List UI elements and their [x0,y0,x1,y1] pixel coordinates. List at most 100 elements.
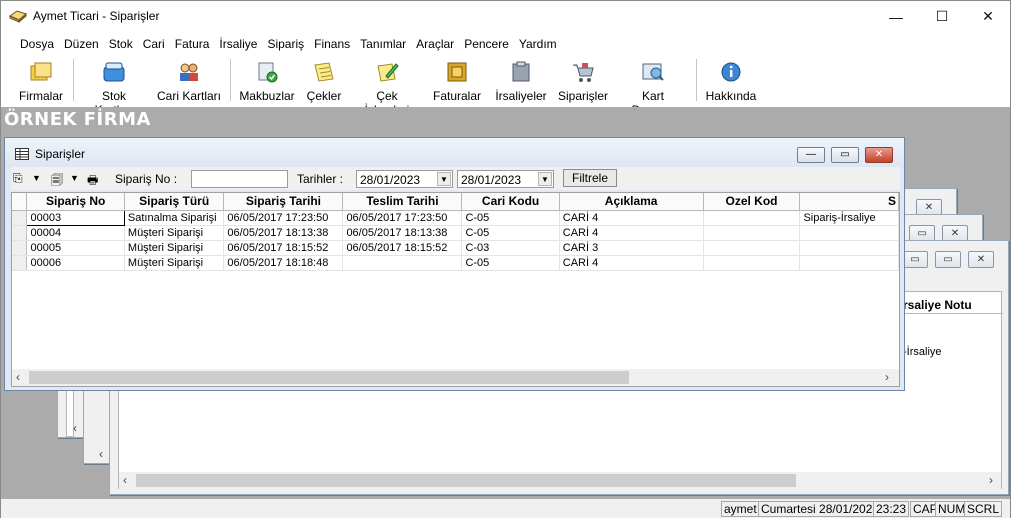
orders-window[interactable]: Siparişler — ▭ ✕ ⎘ ▼ 🗐 ▼ 🖶 Sipariş No : … [4,137,905,391]
print-icon[interactable]: 🖶 [87,171,103,187]
column-header[interactable]: Teslim Tarihi [342,193,463,211]
menu-araclar[interactable]: Araçlar [411,33,459,55]
scroll-right-icon[interactable]: › [885,370,889,384]
row-indicator[interactable] [12,225,28,241]
child-minimize-button[interactable]: — [797,147,825,163]
table-cell[interactable]: 00004 [26,225,125,241]
table-cell[interactable]: 06/05/2017 17:23:50 [342,210,463,226]
toolbar-kart-durumu-button[interactable]: Kart Durumu [619,57,687,117]
bg-window-minimize-icon[interactable]: ▭ [902,251,928,268]
menu-tanimlar[interactable]: Tanımlar [355,33,411,55]
bg-horizontal-scrollbar[interactable]: ‹ › [119,472,1001,489]
menu-finans[interactable]: Finans [309,33,355,55]
table-cell[interactable] [799,240,899,256]
menu-pencere[interactable]: Pencere [459,33,514,55]
table-cell[interactable] [703,240,801,256]
toolbar-stok-kartlari-button[interactable]: Stok Kartları [81,57,147,117]
menu-stok[interactable]: Stok [104,33,138,55]
table-cell[interactable]: Müşteri Siparişi [124,240,225,256]
toolbar-irsaliyeler-button[interactable]: İrsaliyeler [493,57,549,103]
toolbar-hakkinda-button[interactable]: Hakkında [705,57,757,103]
table-cell[interactable]: CARİ 4 [559,255,704,271]
table-cell[interactable]: Sipariş-İrsaliye [799,210,899,226]
table-cell[interactable]: CARİ 3 [559,240,704,256]
table-cell[interactable]: 06/05/2017 17:23:50 [223,210,344,226]
child-close-button[interactable]: ✕ [865,147,893,163]
table-cell[interactable] [703,225,801,241]
toolbar-cekler-button[interactable]: Çekler [303,57,345,103]
menu-yardim[interactable]: Yardım [514,33,562,55]
table-cell[interactable]: 06/05/2017 18:15:52 [342,240,463,256]
table-cell[interactable]: CARİ 4 [559,225,704,241]
table-cell[interactable]: 06/05/2017 18:18:48 [223,255,344,271]
date-from-picker[interactable]: 28/01/2023 ▼ [356,170,453,188]
child-restore-button[interactable]: ▭ [831,147,859,163]
toolbar-cari-kartlari-button[interactable]: Cari Kartları [155,57,223,103]
maximize-button[interactable]: ☐ [919,1,965,32]
menu-dosya[interactable]: Dosya [15,33,59,55]
menu-duzen[interactable]: Düzen [59,33,104,55]
toolbar-makbuzlar-button[interactable]: Makbuzlar [239,57,295,103]
toolbar-faturalar-button[interactable]: Faturalar [431,57,483,103]
table-row[interactable]: 00006 Müşteri Siparişi 06/05/2017 18:18:… [12,255,899,271]
minimize-button[interactable]: — [873,1,919,32]
column-header[interactable]: Sipariş Türü [124,193,225,211]
dropdown-arrow-icon[interactable]: ▼ [70,173,86,188]
menu-cari[interactable]: Cari [138,33,170,55]
table-cell[interactable] [799,255,899,271]
table-cell[interactable]: C-03 [461,240,560,256]
row-indicator[interactable] [12,210,28,226]
toolbar-siparisler-button[interactable]: Siparişler [557,57,609,103]
column-header[interactable]: S [799,193,899,211]
bg-window-close-icon[interactable]: ✕ [968,251,994,268]
order-no-input[interactable] [191,170,288,188]
table-cell[interactable]: 00005 [26,240,125,256]
scroll-right-icon[interactable]: › [989,473,993,487]
toolbar-cek-islemleri-button[interactable]: Çek İşlemleri [353,57,421,117]
orders-window-titlebar[interactable]: Siparişler — ▭ ✕ [5,138,904,168]
toolbar-firmalar-button[interactable]: Firmalar [13,57,69,103]
menu-fatura[interactable]: Fatura [170,33,215,55]
scrollbar-thumb[interactable] [29,371,629,384]
chevron-down-icon[interactable]: ▼ [437,172,451,186]
close-button[interactable]: ✕ [965,1,1011,32]
table-cell[interactable]: C-05 [461,255,560,271]
table-cell[interactable] [703,255,801,271]
menu-irsaliye[interactable]: İrsaliye [214,33,262,55]
table-row[interactable]: 00004 Müşteri Siparişi 06/05/2017 18:13:… [12,225,899,241]
horizontal-scrollbar[interactable]: ‹ › [12,369,899,386]
column-header[interactable]: Cari Kodu [461,193,560,211]
column-header[interactable]: Ozel Kod [703,193,801,211]
table-cell[interactable]: C-05 [461,210,560,226]
table-cell[interactable]: Satınalma Siparişi [124,210,225,226]
row-indicator[interactable] [12,255,28,271]
table-cell[interactable]: 00003 [26,209,125,226]
table-cell[interactable] [703,210,801,226]
scroll-left-icon[interactable]: ‹ [99,447,103,461]
dropdown-arrow-icon[interactable]: ▼ [32,173,48,188]
menu-siparis[interactable]: Sipariş [262,33,309,55]
table-cell[interactable]: CARİ 4 [559,210,704,226]
table-cell[interactable]: 00006 [26,255,125,271]
filter-button[interactable]: Filtrele [563,169,618,187]
table-cell[interactable]: 06/05/2017 18:13:38 [342,225,463,241]
table-cell[interactable] [799,225,899,241]
scroll-left-icon[interactable]: ‹ [16,370,20,384]
new-order-icon[interactable]: ⎘ [13,171,29,186]
table-cell[interactable]: 06/05/2017 18:13:38 [223,225,344,241]
table-cell[interactable]: C-05 [461,225,560,241]
chevron-down-icon[interactable]: ▼ [538,172,552,186]
table-cell[interactable]: Müşteri Siparişi [124,255,225,271]
table-row[interactable]: 00005 Müşteri Siparişi 06/05/2017 18:15:… [12,240,899,256]
scrollbar-thumb[interactable] [136,474,796,487]
scroll-left-icon[interactable]: ‹ [73,421,77,435]
table-cell[interactable]: Müşteri Siparişi [124,225,225,241]
column-header[interactable]: Açıklama [559,193,704,211]
table-cell[interactable] [342,255,463,271]
date-to-picker[interactable]: 28/01/2023 ▼ [457,170,554,188]
properties-icon[interactable]: 🗐 [51,171,67,187]
bg-window-restore-icon[interactable]: ▭ [935,251,961,268]
table-cell[interactable]: 06/05/2017 18:15:52 [223,240,344,256]
table-row[interactable]: 00003 Satınalma Siparişi 06/05/2017 17:2… [12,209,899,226]
column-header[interactable]: Sipariş Tarihi [223,193,344,211]
